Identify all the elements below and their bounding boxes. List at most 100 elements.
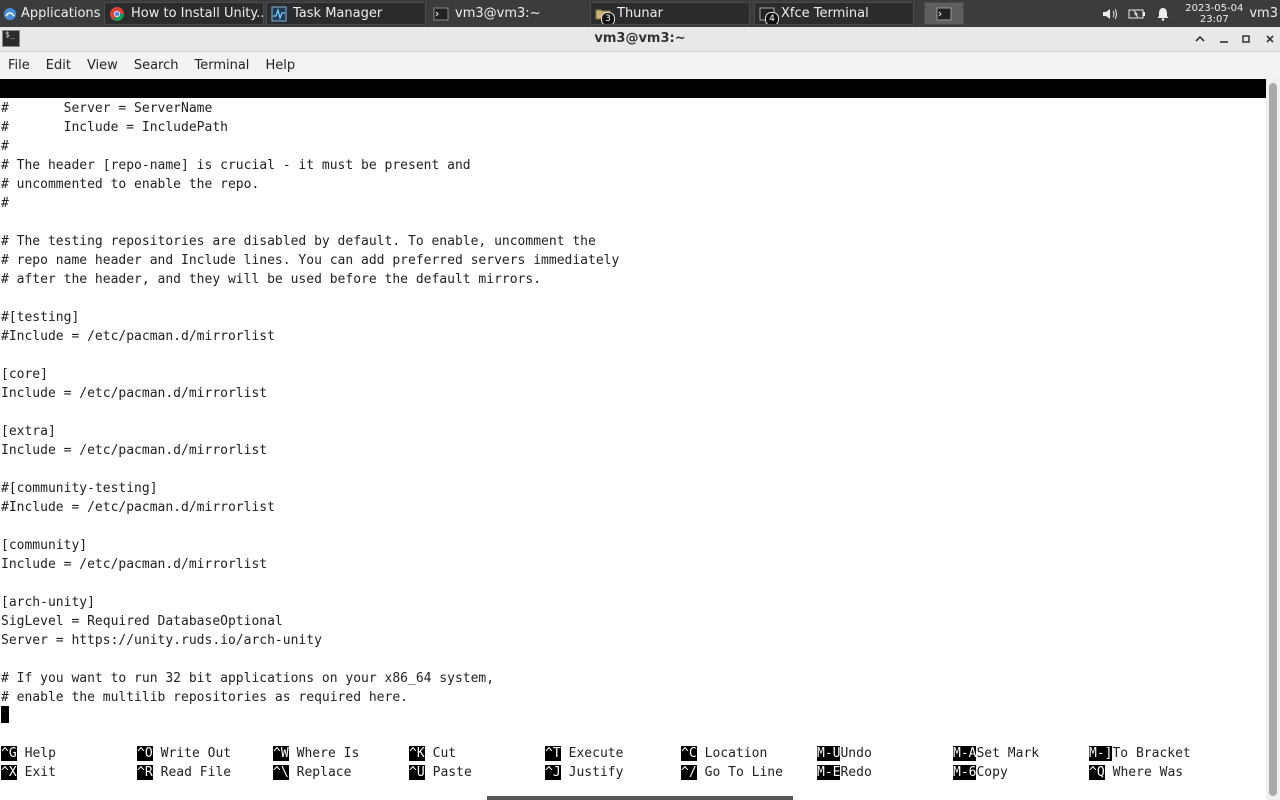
buffer-line: #Include = /etc/pacman.d/mirrorlist — [1, 329, 275, 344]
task-manager-icon — [271, 6, 287, 21]
buffer-line: [arch-unity] — [1, 595, 95, 610]
shortcut-label: Redo — [840, 765, 872, 780]
buffer-line: # uncommented to enable the repo. — [1, 177, 260, 192]
shortcut-exit[interactable]: ^X Exit — [1, 763, 56, 782]
buffer-line: [community] — [1, 538, 88, 553]
vertical-scrollbar[interactable] — [1266, 79, 1280, 800]
folder-icon: 3 — [595, 6, 615, 24]
shortcut-key: ^X — [1, 765, 17, 780]
shortcut-replace[interactable]: ^\ Replace — [273, 763, 351, 782]
menubar: File Edit View Search Terminal Help — [0, 52, 1280, 79]
buffer-line — [1, 517, 619, 536]
menu-terminal[interactable]: Terminal — [186, 58, 257, 73]
buffer-line — [1, 650, 619, 669]
shortcut-key: M-6 — [953, 765, 977, 780]
user-menu[interactable]: vm3 — [1249, 6, 1278, 21]
menu-help[interactable]: Help — [257, 58, 303, 73]
task-terminal-vm3[interactable]: vm3@vm3:~ — [428, 2, 588, 25]
shortcut-location[interactable]: ^C Location — [681, 744, 767, 763]
notification-bell-icon[interactable] — [1153, 0, 1173, 27]
file-buffer[interactable]: # Server = ServerName # Include = Include… — [1, 99, 619, 707]
menu-edit[interactable]: Edit — [38, 58, 79, 73]
shortcut-label: Where Was — [1112, 765, 1184, 780]
shortcut-redo[interactable]: M-ERedo — [817, 763, 872, 782]
buffer-line: #[community-testing] — [1, 481, 158, 496]
shortcut-set-mark[interactable]: M-ASet Mark — [953, 744, 1039, 763]
buffer-line — [1, 574, 619, 593]
buffer-line: # enable the multilib repositories as re… — [1, 690, 408, 705]
window-count-badge: 3 — [601, 11, 615, 24]
scrollbar-thumb[interactable] — [1269, 83, 1277, 796]
minimize-icon — [1220, 41, 1228, 43]
buffer-line: # The header [repo-name] is crucial - it… — [1, 158, 471, 173]
shortcut-key: ^C — [681, 746, 697, 761]
buffer-line: SigLevel = Required DatabaseOptional — [1, 614, 283, 629]
task-task-manager[interactable]: Task Manager — [266, 2, 426, 25]
shortcut-label: Execute — [568, 746, 624, 761]
buffer-line: Server = https://unity.ruds.io/arch-unit… — [1, 633, 322, 648]
shortcut-justify[interactable]: ^J Justify — [545, 763, 623, 782]
window-titlebar[interactable]: $_ vm3@vm3:~ — [0, 27, 1280, 52]
shortcut-label: Paste — [432, 765, 472, 780]
shortcut-undo[interactable]: M-UUndo — [817, 744, 872, 763]
shortcut-key: M-] — [1089, 746, 1113, 761]
chevron-up-icon — [1195, 35, 1205, 42]
shortcut-label: Read File — [160, 765, 232, 780]
shortcut-label: Where Is — [296, 746, 360, 761]
buffer-line: # repo name header and Include lines. Yo… — [1, 253, 620, 268]
menu-file[interactable]: File — [0, 58, 38, 73]
shortcut-key: ^Q — [1089, 765, 1105, 780]
task-thunar[interactable]: 3 Thunar — [590, 2, 750, 25]
buffer-line: [extra] — [1, 424, 56, 439]
volume-icon[interactable] — [1101, 0, 1121, 27]
buffer-line: # Include = IncludePath — [1, 120, 228, 135]
buffer-line: # If you want to run 32 bit applications… — [1, 671, 495, 686]
terminal-icon — [936, 7, 952, 20]
buffer-line: Include = /etc/pacman.d/mirrorlist — [1, 443, 268, 458]
shortcut-where-is[interactable]: ^W Where Is — [273, 744, 359, 763]
shortcut-key: ^O — [137, 746, 153, 761]
shortcut-help[interactable]: ^G Help — [1, 744, 56, 763]
window-count-badge: 4 — [765, 11, 779, 24]
task-label: Xfce Terminal — [781, 6, 869, 21]
shortcut-key: ^T — [545, 746, 561, 761]
minimize-button[interactable] — [1214, 30, 1234, 48]
shortcut-key: ^K — [409, 746, 425, 761]
buffer-line: # after the header, and they will be use… — [1, 272, 542, 287]
shortcut-to-bracket[interactable]: M-]To Bracket — [1089, 744, 1191, 763]
shortcut-go-to-line[interactable]: ^/ Go To Line — [681, 763, 783, 782]
buffer-line — [1, 460, 619, 479]
menu-search[interactable]: Search — [126, 58, 187, 73]
task-label: Thunar — [617, 6, 663, 21]
shade-button[interactable] — [1190, 30, 1210, 48]
buffer-line: #Include = /etc/pacman.d/mirrorlist — [1, 500, 275, 515]
clock-time: 23:07 — [1199, 13, 1229, 25]
terminal-area[interactable]: GNU nano 7.2 /etc/pacman.conf # Server =… — [0, 79, 1266, 800]
shortcut-label: Replace — [296, 765, 352, 780]
task-browser[interactable]: How to Install Unity... — [104, 2, 264, 25]
task-xfce-terminal[interactable]: 4 Xfce Terminal — [754, 2, 914, 25]
task-active-terminal[interactable] — [924, 2, 964, 25]
shortcut-read-file[interactable]: ^R Read File — [137, 763, 231, 782]
shortcut-key: ^/ — [681, 765, 697, 780]
buffer-line: # — [1, 139, 9, 154]
shortcut-key: M-E — [817, 765, 841, 780]
buffer-line — [1, 289, 619, 308]
text-cursor — [1, 706, 9, 723]
shortcut-copy[interactable]: M-6Copy — [953, 763, 1008, 782]
maximize-button[interactable] — [1236, 30, 1256, 48]
menu-view[interactable]: View — [79, 58, 126, 73]
shortcut-paste[interactable]: ^U Paste — [409, 763, 472, 782]
buffer-line — [1, 346, 619, 365]
shortcut-write-out[interactable]: ^O Write Out — [137, 744, 231, 763]
shortcut-cut[interactable]: ^K Cut — [409, 744, 456, 763]
close-button[interactable] — [1260, 30, 1280, 48]
xfce-logo-icon — [4, 7, 16, 20]
shortcut-where-was[interactable]: ^Q Where Was — [1089, 763, 1183, 782]
clock[interactable]: 2023-05-04 23:07 — [1185, 3, 1243, 25]
shortcut-label: Write Out — [160, 746, 232, 761]
battery-icon[interactable] — [1127, 0, 1147, 27]
applications-menu-button[interactable]: Applications ⋮ — [0, 0, 114, 27]
nano-header: GNU nano 7.2 /etc/pacman.conf — [0, 79, 1266, 134]
shortcut-execute[interactable]: ^T Execute — [545, 744, 623, 763]
